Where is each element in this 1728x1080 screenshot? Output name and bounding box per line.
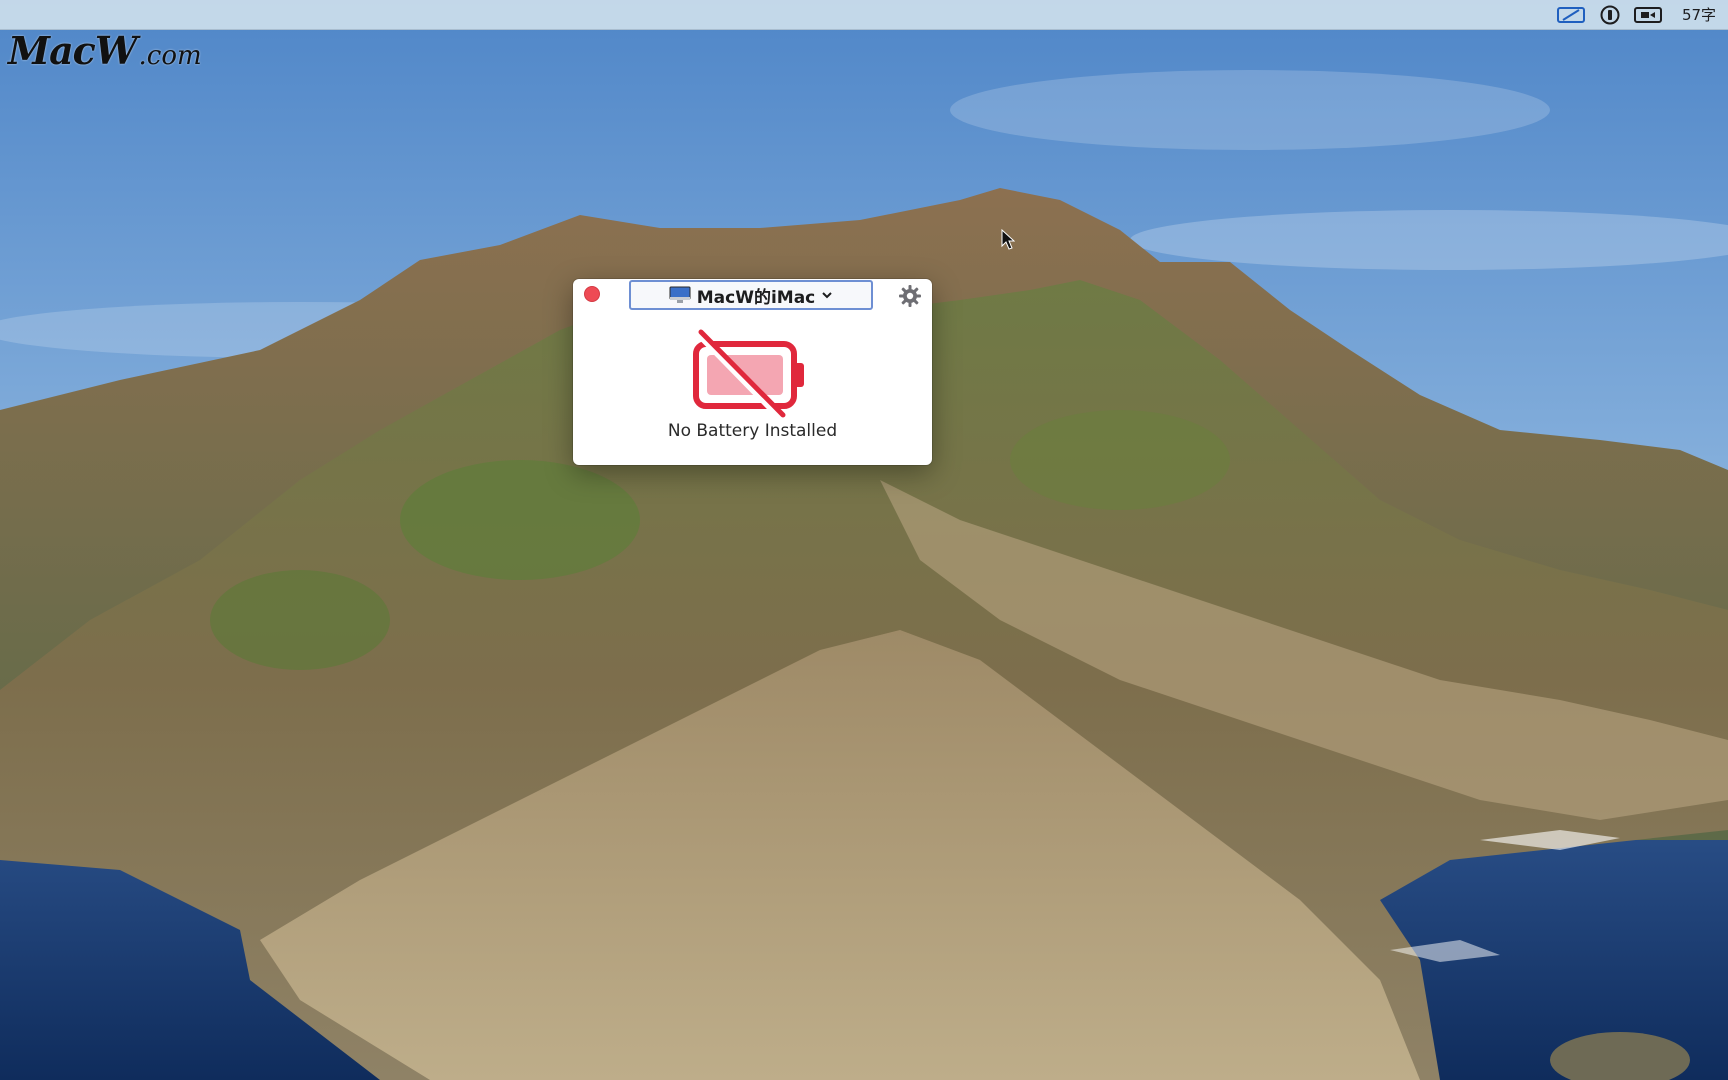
watermark-brand: MacW	[8, 28, 137, 73]
imac-icon	[669, 286, 691, 303]
chevron-down-icon	[822, 292, 832, 299]
word-count-status[interactable]: 57字	[1677, 4, 1721, 25]
watermark-domain: .com	[138, 41, 202, 71]
input-source-icon[interactable]	[1556, 4, 1586, 25]
device-name: MacW的iMac	[696, 287, 816, 308]
device-selector-dropdown[interactable]: MacW的iMac	[629, 280, 873, 310]
battery-status-label: No Battery Installed	[667, 421, 838, 441]
macw-watermark-logo: MacW .com	[8, 28, 202, 73]
menu-bar: 57字	[0, 0, 1728, 30]
battery-disabled-icon	[693, 329, 804, 421]
desktop-wallpaper	[0, 0, 1728, 1080]
screen-record-icon[interactable]	[1633, 4, 1663, 25]
close-button[interactable]	[584, 286, 600, 302]
mouse-cursor-icon	[1001, 229, 1015, 250]
gear-icon[interactable]	[898, 284, 922, 308]
desktop: 57字 MacW .com MacW的iMac No Battery Insta…	[0, 0, 1728, 1080]
battery-popover-window: MacW的iMac No Battery Installed	[573, 279, 932, 465]
one-password-icon[interactable]	[1598, 4, 1622, 25]
